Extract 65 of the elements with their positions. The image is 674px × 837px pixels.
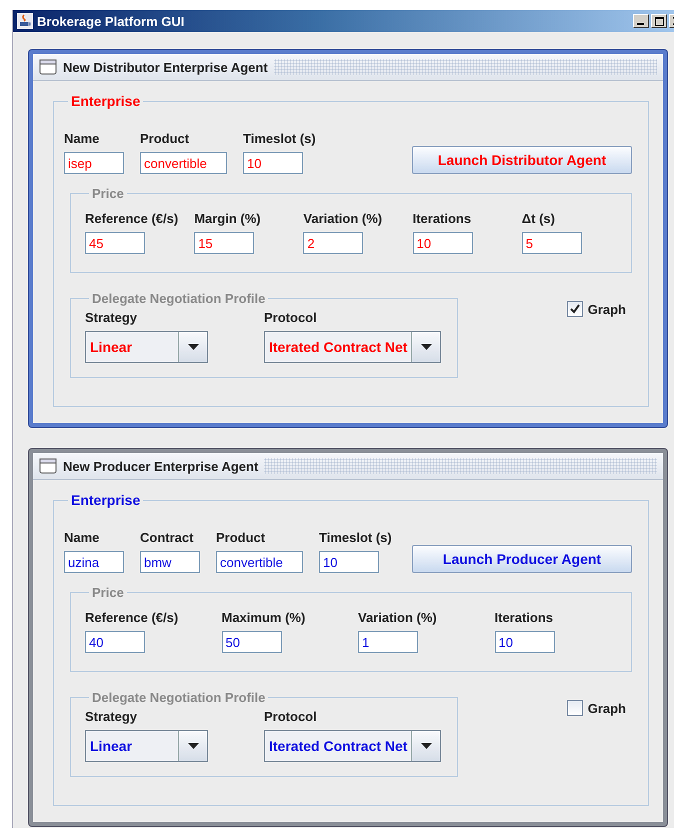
- field-label: Name: [64, 131, 100, 146]
- field-label: Product: [140, 131, 190, 146]
- checkbox-label: Graph: [588, 700, 626, 716]
- dropdown-arrow-icon: [188, 344, 198, 350]
- cup-icon: [17, 13, 33, 29]
- field-label: Reference (€/s): [85, 610, 180, 625]
- field-label: Protocol: [264, 310, 318, 325]
- field-label: Strategy: [85, 709, 138, 724]
- field-label: Product: [216, 530, 266, 545]
- field-label: Timeslot (s): [319, 530, 392, 545]
- text-field[interactable]: 50: [222, 631, 282, 653]
- group-legend: Delegate Negotiation Profile: [89, 690, 268, 705]
- checkbox-label: Graph: [588, 302, 626, 316]
- text-field[interactable]: convertible: [140, 152, 227, 174]
- dropdown[interactable]: Iterated Contract Net: [264, 730, 442, 762]
- field-label: Iterations: [412, 211, 472, 226]
- text-field[interactable]: 40: [85, 631, 145, 653]
- text-field[interactable]: 10: [494, 631, 554, 653]
- text-field[interactable]: 15: [194, 232, 254, 254]
- text-field[interactable]: 45: [85, 232, 145, 254]
- field-label: Protocol: [264, 709, 318, 724]
- field-label: Iterations: [494, 610, 554, 625]
- text-field[interactable]: bmw: [140, 551, 200, 573]
- dropdown[interactable]: Iterated Contract Net: [264, 331, 442, 363]
- window-icon: [39, 59, 57, 75]
- text-field[interactable]: 10: [319, 551, 379, 573]
- launch-button[interactable]: Launch Producer Agent: [412, 545, 632, 573]
- dropdown[interactable]: Linear: [85, 730, 208, 762]
- text-field[interactable]: 2: [303, 232, 364, 254]
- dropdown-arrow-icon: [420, 344, 432, 350]
- field-label: Maximum (%): [222, 610, 306, 625]
- window-icon: [39, 458, 57, 474]
- maximize-icon: [654, 16, 664, 26]
- field-label: Reference (€/s): [85, 211, 180, 226]
- dropdown-arrow-icon: [188, 743, 198, 749]
- field-label: Name: [64, 530, 100, 545]
- frame-title: New Producer Enterprise Agent: [63, 458, 258, 474]
- field-label: Variation (%): [303, 211, 384, 226]
- text-field[interactable]: convertible: [216, 551, 303, 573]
- text-field[interactable]: 10: [243, 152, 303, 174]
- dropdown-arrow-icon: [420, 743, 432, 749]
- field-label: Margin (%): [194, 211, 262, 226]
- field-label: Strategy: [85, 310, 138, 325]
- text-field[interactable]: isep: [64, 152, 124, 174]
- field-label: Contract: [140, 530, 194, 545]
- group-legend: Price: [89, 186, 127, 201]
- dropdown[interactable]: Linear: [85, 331, 208, 363]
- text-field[interactable]: 5: [522, 232, 582, 254]
- field-label: Δt (s): [522, 211, 556, 226]
- text-field[interactable]: uzina: [64, 551, 124, 573]
- field-label: Variation (%): [358, 610, 438, 625]
- field-label: Timeslot (s): [243, 131, 316, 146]
- text-field[interactable]: 10: [412, 232, 473, 254]
- frame-title: New Distributor Enterprise Agent: [63, 60, 268, 74]
- group-legend: Enterprise: [68, 492, 144, 508]
- group-legend: Delegate Negotiation Profile: [89, 291, 268, 306]
- maximize-button[interactable]: [651, 14, 667, 28]
- checkbox[interactable]: [566, 301, 583, 317]
- group-legend: Price: [89, 585, 127, 600]
- minimize-button[interactable]: [633, 14, 649, 28]
- group-legend: Enterprise: [68, 93, 144, 109]
- text-field[interactable]: 1: [358, 631, 418, 653]
- checkmark-icon: [570, 304, 580, 314]
- checkbox[interactable]: [566, 700, 583, 716]
- window-title: Brokerage Platform GUI: [37, 14, 184, 28]
